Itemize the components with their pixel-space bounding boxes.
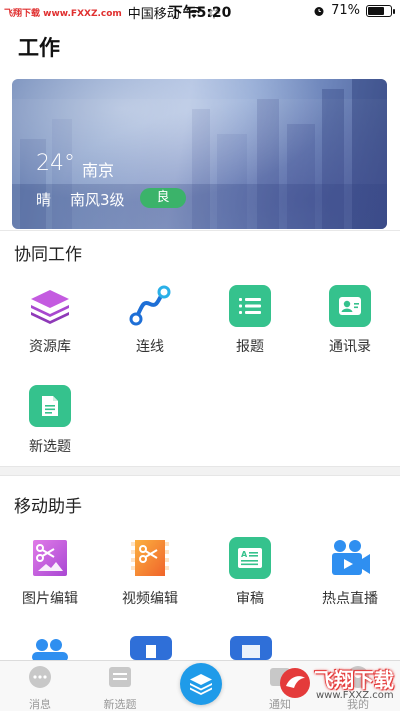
svg-text:A: A (241, 550, 248, 559)
temperature-label: 24° (36, 151, 75, 176)
battery-icon (366, 4, 395, 17)
grid-item-video-edit[interactable]: 视频编辑 (100, 536, 200, 608)
grid-item-image-edit[interactable]: 图片编辑 (0, 536, 100, 608)
alarm-icon (314, 6, 324, 16)
section-title-assistant: 移动助手 (14, 497, 82, 517)
battery-percent: 71% (331, 3, 360, 18)
tab-new-topic[interactable]: 新选题 (85, 665, 155, 711)
grid-item-label: 通讯录 (329, 339, 371, 355)
section-divider (0, 230, 400, 231)
grid-item-contacts[interactable]: 通讯录 (300, 284, 400, 356)
grid-item-label: 视频编辑 (122, 591, 178, 607)
grid-item-new-topic[interactable]: 新选题 (0, 384, 100, 456)
group-icon (32, 639, 68, 660)
watermark-logo-icon (280, 668, 310, 698)
page-title: 工作 (18, 36, 60, 60)
tab-work-center-button[interactable] (180, 663, 222, 705)
section-title-collab: 协同工作 (14, 245, 82, 265)
wind-label: 南风3级 (70, 191, 125, 209)
new-document-icon (28, 384, 72, 428)
section-separator (0, 466, 400, 476)
layers-icon (190, 674, 212, 695)
review-icon: A (228, 536, 272, 580)
grid-item-label: 资源库 (29, 339, 71, 355)
grid-item-label: 新选题 (29, 439, 71, 455)
grid-item-review[interactable]: A 审稿 (200, 536, 300, 608)
tab-label: 新选题 (103, 698, 137, 711)
watermark-logo-text: 飞翔下载 (314, 668, 394, 692)
battery-level (368, 6, 384, 15)
grid-item-resource-library[interactable]: 资源库 (0, 284, 100, 356)
status-bar: 飞翔下载 www.FXXZ.com 中国移动 下午5:20 71% (0, 0, 400, 22)
grid-item-live-stream[interactable]: 热点直播 (300, 536, 400, 608)
contact-card-icon (328, 284, 372, 328)
grid-item-report-topic[interactable]: 报题 (200, 284, 300, 356)
layers-icon (28, 284, 72, 328)
grid-item-label: 审稿 (236, 591, 264, 607)
grid-item-label: 热点直播 (322, 591, 378, 607)
image-edit-icon (28, 536, 72, 580)
edit-tile-icon (230, 636, 272, 660)
list-icon (228, 284, 272, 328)
live-camera-icon (328, 536, 372, 580)
weather-card[interactable]: 24° 南京 晴 南风3级 良 (12, 79, 387, 229)
new-topic-icon (109, 667, 131, 687)
grid-item-label: 连线 (136, 339, 164, 355)
air-quality-badge: 良 (140, 188, 186, 208)
document-icon (130, 636, 172, 660)
video-edit-icon (128, 536, 172, 580)
message-icon (29, 666, 51, 688)
city-label: 南京 (82, 161, 115, 180)
tab-label: 消息 (29, 698, 51, 711)
watermark-logo: 飞翔下载 www.FXXZ.com (278, 664, 398, 710)
weather-condition: 晴 (36, 191, 52, 209)
grid-item-label: 图片编辑 (22, 591, 78, 607)
tab-messages[interactable]: 消息 (5, 665, 75, 711)
connection-icon (128, 284, 172, 328)
grid-item-connect[interactable]: 连线 (100, 284, 200, 356)
grid-item-label: 报题 (236, 339, 264, 355)
watermark-logo-url: www.FXXZ.com (316, 690, 394, 701)
